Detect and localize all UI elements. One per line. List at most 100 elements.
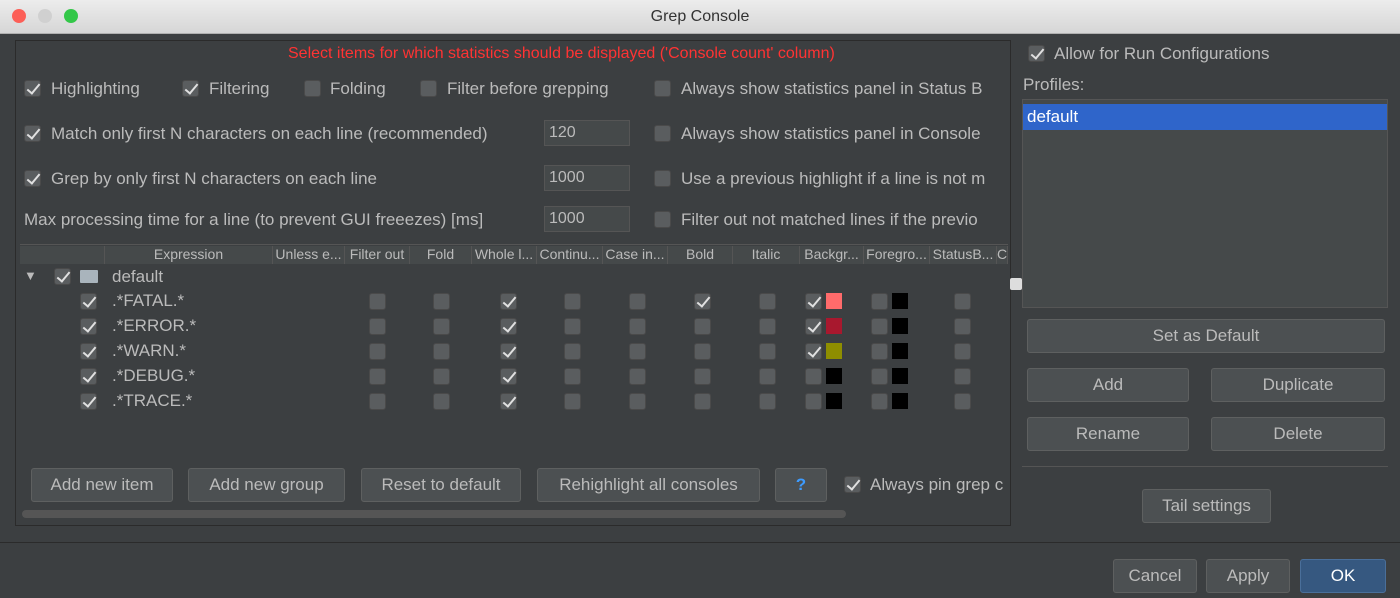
row-bg-on-checkbox[interactable] <box>805 293 822 310</box>
row-cont-checkbox[interactable] <box>564 293 581 310</box>
row-fg-on-checkbox[interactable] <box>871 393 888 410</box>
always-console-checkbox[interactable] <box>654 125 671 142</box>
group-name[interactable]: default <box>112 267 163 287</box>
column-header[interactable]: Italic <box>733 246 800 264</box>
apply-button[interactable]: Apply <box>1206 559 1290 593</box>
row-status-checkbox[interactable] <box>954 393 971 410</box>
column-header[interactable]: StatusB... <box>930 246 997 264</box>
group-checkbox[interactable] <box>54 268 71 285</box>
filtering-checkbox[interactable] <box>182 80 199 97</box>
add-new-item-button[interactable]: Add new item <box>31 468 173 502</box>
row-bold-checkbox[interactable] <box>694 393 711 410</box>
row-cont-checkbox[interactable] <box>564 393 581 410</box>
reset-to-default-button[interactable]: Reset to default <box>361 468 521 502</box>
row-status-checkbox[interactable] <box>954 343 971 360</box>
row-fold-checkbox[interactable] <box>433 343 450 360</box>
expand-triangle-icon[interactable]: ▼ <box>24 268 37 283</box>
row-bg-on-checkbox[interactable] <box>805 343 822 360</box>
row-whole-checkbox[interactable] <box>500 393 517 410</box>
row-filter-checkbox[interactable] <box>369 393 386 410</box>
row-filter-checkbox[interactable] <box>369 293 386 310</box>
background-color-swatch[interactable] <box>826 393 842 409</box>
row-fg-on-checkbox[interactable] <box>871 343 888 360</box>
help-button[interactable]: ? <box>775 468 827 502</box>
column-header[interactable]: C <box>997 246 1008 264</box>
column-header[interactable] <box>20 246 105 264</box>
add-profile-button[interactable]: Add <box>1027 368 1189 402</box>
row-bold-checkbox[interactable] <box>694 368 711 385</box>
row-whole-checkbox[interactable] <box>500 318 517 335</box>
row-case-checkbox[interactable] <box>629 343 646 360</box>
row-filter-checkbox[interactable] <box>369 318 386 335</box>
always-pin-checkbox[interactable] <box>844 476 861 493</box>
row-case-checkbox[interactable] <box>629 368 646 385</box>
column-header[interactable]: Bold <box>668 246 733 264</box>
column-header[interactable]: Filter out <box>345 246 410 264</box>
row-bg-on-checkbox[interactable] <box>805 368 822 385</box>
rename-profile-button[interactable]: Rename <box>1027 417 1189 451</box>
foreground-color-swatch[interactable] <box>892 293 908 309</box>
row-expression[interactable]: .*ERROR.* <box>112 316 196 336</box>
rehighlight-button[interactable]: Rehighlight all consoles <box>537 468 760 502</box>
grep-first-input[interactable]: 1000 <box>544 165 630 191</box>
row-bg-on-checkbox[interactable] <box>805 318 822 335</box>
column-header[interactable]: Whole l... <box>472 246 537 264</box>
tail-settings-button[interactable]: Tail settings <box>1142 489 1271 523</box>
row-enabled-checkbox[interactable] <box>80 393 97 410</box>
ok-button[interactable]: OK <box>1300 559 1386 593</box>
cancel-button[interactable]: Cancel <box>1113 559 1197 593</box>
match-first-checkbox[interactable] <box>24 125 41 142</box>
folding-checkbox[interactable] <box>304 80 321 97</box>
row-status-checkbox[interactable] <box>954 293 971 310</box>
max-time-input[interactable]: 1000 <box>544 206 630 232</box>
row-fold-checkbox[interactable] <box>433 393 450 410</box>
column-header[interactable]: Expression <box>105 246 273 264</box>
row-bold-checkbox[interactable] <box>694 293 711 310</box>
add-new-group-button[interactable]: Add new group <box>188 468 345 502</box>
foreground-color-swatch[interactable] <box>892 318 908 334</box>
row-case-checkbox[interactable] <box>629 393 646 410</box>
row-bold-checkbox[interactable] <box>694 343 711 360</box>
filter-out-checkbox[interactable] <box>654 211 671 228</box>
row-filter-checkbox[interactable] <box>369 343 386 360</box>
row-bg-on-checkbox[interactable] <box>805 393 822 410</box>
column-header[interactable]: Foregro... <box>864 246 930 264</box>
duplicate-profile-button[interactable]: Duplicate <box>1211 368 1385 402</box>
profile-item[interactable]: default <box>1023 104 1387 130</box>
set-as-default-button[interactable]: Set as Default <box>1027 319 1385 353</box>
row-cont-checkbox[interactable] <box>564 343 581 360</box>
row-fold-checkbox[interactable] <box>433 293 450 310</box>
column-header[interactable]: Unless e... <box>273 246 345 264</box>
row-expression[interactable]: .*TRACE.* <box>112 391 192 411</box>
row-enabled-checkbox[interactable] <box>80 293 97 310</box>
allow-run-checkbox[interactable] <box>1028 45 1045 62</box>
row-enabled-checkbox[interactable] <box>80 318 97 335</box>
splitter-handle[interactable] <box>1010 278 1022 290</box>
row-filter-checkbox[interactable] <box>369 368 386 385</box>
use-prev-checkbox[interactable] <box>654 170 671 187</box>
row-fg-on-checkbox[interactable] <box>871 293 888 310</box>
row-case-checkbox[interactable] <box>629 293 646 310</box>
row-fg-on-checkbox[interactable] <box>871 368 888 385</box>
row-italic-checkbox[interactable] <box>759 343 776 360</box>
horizontal-scrollbar[interactable] <box>22 510 846 518</box>
row-italic-checkbox[interactable] <box>759 368 776 385</box>
column-header[interactable]: Case in... <box>603 246 668 264</box>
grep-first-checkbox[interactable] <box>24 170 41 187</box>
column-header[interactable]: Backgr... <box>800 246 864 264</box>
background-color-swatch[interactable] <box>826 293 842 309</box>
foreground-color-swatch[interactable] <box>892 368 908 384</box>
row-expression[interactable]: .*DEBUG.* <box>112 366 195 386</box>
row-cont-checkbox[interactable] <box>564 368 581 385</box>
row-fg-on-checkbox[interactable] <box>871 318 888 335</box>
filter-before-checkbox[interactable] <box>420 80 437 97</box>
row-italic-checkbox[interactable] <box>759 318 776 335</box>
background-color-swatch[interactable] <box>826 368 842 384</box>
highlighting-checkbox[interactable] <box>24 80 41 97</box>
row-cont-checkbox[interactable] <box>564 318 581 335</box>
foreground-color-swatch[interactable] <box>892 343 908 359</box>
row-whole-checkbox[interactable] <box>500 368 517 385</box>
background-color-swatch[interactable] <box>826 318 842 334</box>
row-case-checkbox[interactable] <box>629 318 646 335</box>
row-italic-checkbox[interactable] <box>759 393 776 410</box>
